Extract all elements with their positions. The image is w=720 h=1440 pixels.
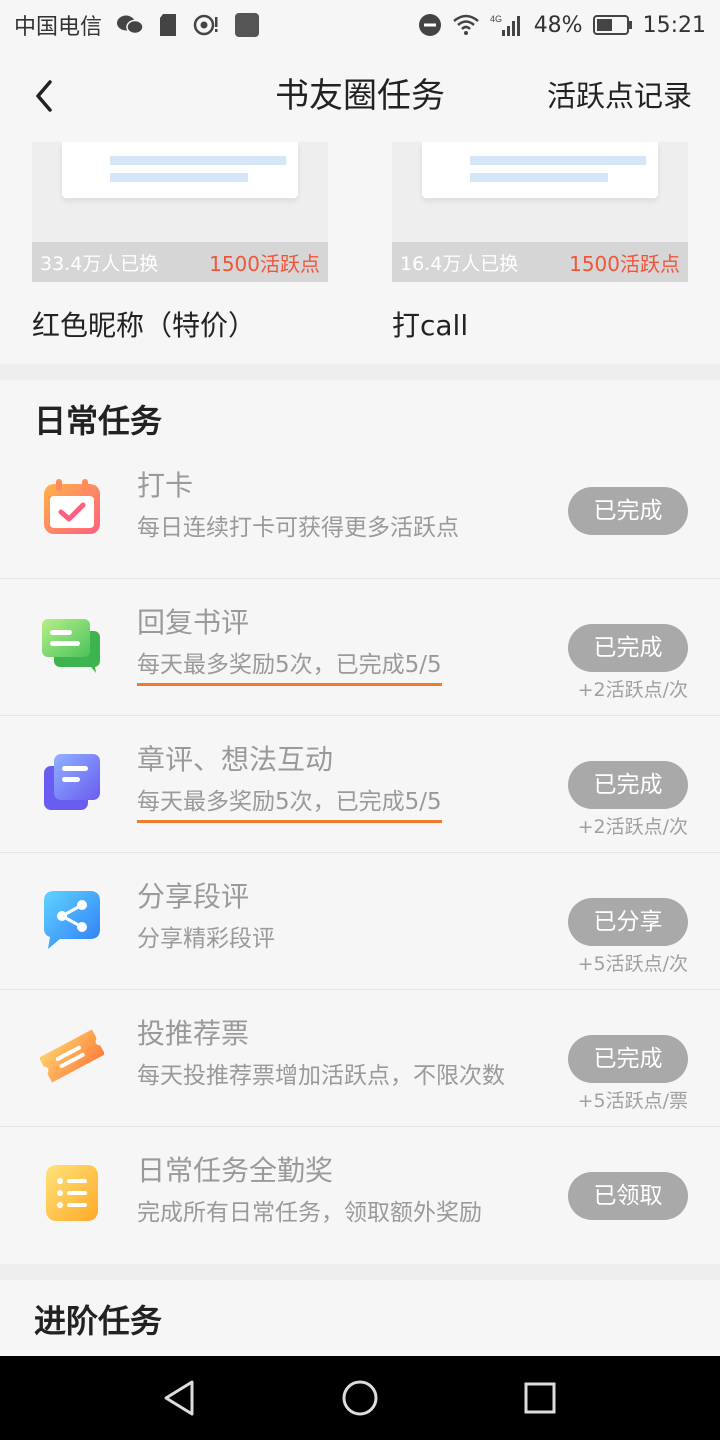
redeemed-count: 33.4万人已换: [40, 252, 159, 275]
reward-price: 1500活跃点: [209, 251, 320, 276]
circle-home-icon: [342, 1380, 378, 1416]
reward-thumbnail: 16.4万人已换 1500活跃点: [392, 142, 688, 282]
section-title: 进阶任务: [34, 1302, 163, 1340]
battery-icon: [592, 14, 633, 36]
task-status-button[interactable]: 已完成: [568, 487, 688, 535]
reward-preview-image: [62, 142, 298, 198]
task-row: 打卡 每日连续打卡可获得更多活跃点 已完成: [0, 442, 720, 579]
reward-thumbnail: 33.4万人已换 1500活跃点: [32, 142, 328, 282]
reward-info-bar: 16.4万人已换 1500活跃点: [392, 242, 688, 282]
battery-percent: 48%: [533, 12, 583, 38]
task-status-button[interactable]: 已完成: [568, 761, 688, 809]
app-notification-icon: [234, 12, 260, 38]
task-description: 每日连续打卡可获得更多活跃点: [137, 515, 459, 541]
reward-shop: 33.4万人已换 1500活跃点 红色昵称（特价） 16.4万人已换 1500活…: [0, 142, 720, 364]
clock-time: 15:21: [642, 12, 706, 38]
task-reward-points: +5活跃点/次: [577, 953, 688, 975]
reward-name: 红色昵称（特价）: [32, 309, 257, 342]
task-row: 分享段评 分享精彩段评 已分享 +5活跃点/次: [0, 853, 720, 990]
square-recents-icon: [524, 1382, 556, 1414]
task-description: 分享精彩段评: [137, 926, 275, 952]
task-title: 回复书评: [137, 606, 250, 639]
back-nav-button[interactable]: [156, 1374, 204, 1422]
calendar-check-icon: [40, 476, 104, 540]
task-title: 分享段评: [137, 880, 250, 913]
back-button[interactable]: [22, 72, 66, 120]
reward-card[interactable]: 16.4万人已换 1500活跃点 打call: [392, 142, 688, 344]
task-row: 回复书评 每天最多奖励5次，已完成5/5 已完成 +2活跃点/次: [0, 579, 720, 716]
carrier-label: 中国电信: [14, 15, 103, 40]
task-title: 打卡: [137, 469, 194, 502]
task-reward-points: +2活跃点/次: [577, 816, 688, 838]
task-title: 章评、想法互动: [137, 743, 334, 776]
sd-card-icon: [158, 13, 178, 37]
reward-name: 打call: [392, 309, 469, 342]
system-navigation-bar: [0, 1356, 720, 1440]
redeemed-count: 16.4万人已换: [400, 252, 519, 275]
do-not-disturb-icon: [418, 13, 442, 37]
task-title: 日常任务全勤奖: [137, 1154, 334, 1187]
task-description: 每天最多奖励5次，已完成5/5: [137, 645, 442, 686]
section-divider: [0, 1264, 720, 1280]
daily-tasks-section: 日常任务 打卡 每日连续打卡可获得更多活跃点 已完成 回复书评 每天最多奖励5次…: [0, 380, 720, 1264]
status-bar: 中国电信 4G 48% 15:21: [0, 0, 720, 50]
signal-icon: 4G: [490, 13, 524, 37]
chat-bubble-icon: [40, 613, 104, 677]
reward-info-bar: 33.4万人已换 1500活跃点: [32, 242, 328, 282]
activity-record-link[interactable]: 活跃点记录: [547, 50, 692, 142]
navigation-bar: 书友圈任务 活跃点记录: [0, 50, 720, 142]
task-reward-points: +5活跃点/票: [577, 1090, 688, 1112]
task-description: 每天最多奖励5次，已完成5/5: [137, 782, 442, 823]
section-title: 日常任务: [34, 402, 163, 440]
wechat-icon: [116, 13, 144, 37]
task-row: 日常任务全勤奖 完成所有日常任务，领取额外奖励 已领取: [0, 1127, 720, 1264]
svg-text:4G: 4G: [490, 14, 502, 24]
task-row: 章评、想法互动 每天最多奖励5次，已完成5/5 已完成 +2活跃点/次: [0, 716, 720, 853]
task-status-button[interactable]: 已分享: [568, 898, 688, 946]
advanced-tasks-section: 进阶任务: [0, 1280, 720, 1356]
reward-card[interactable]: 33.4万人已换 1500活跃点 红色昵称（特价）: [32, 142, 328, 344]
reward-preview-image: [422, 142, 658, 198]
home-nav-button[interactable]: [336, 1374, 384, 1422]
task-description: 每天投推荐票增加活跃点，不限次数: [137, 1063, 505, 1089]
task-status-button[interactable]: 已领取: [568, 1172, 688, 1220]
triangle-back-icon: [164, 1380, 194, 1416]
chevron-left-icon: [36, 80, 52, 112]
section-divider: [0, 364, 720, 380]
task-status-button[interactable]: 已完成: [568, 1035, 688, 1083]
document-stack-icon: [40, 750, 104, 814]
recents-nav-button[interactable]: [516, 1374, 564, 1422]
ticket-icon: [38, 1024, 106, 1088]
task-reward-points: +2活跃点/次: [577, 679, 688, 701]
reward-price: 1500活跃点: [569, 251, 680, 276]
task-title: 投推荐票: [137, 1017, 250, 1050]
wifi-icon: [452, 14, 480, 36]
hotspot-icon: [192, 13, 220, 37]
task-status-button[interactable]: 已完成: [568, 624, 688, 672]
task-row: 投推荐票 每天投推荐票增加活跃点，不限次数 已完成 +5活跃点/票: [0, 990, 720, 1127]
list-icon: [40, 1161, 104, 1225]
share-icon: [40, 887, 104, 951]
task-description: 完成所有日常任务，领取额外奖励: [137, 1200, 482, 1226]
